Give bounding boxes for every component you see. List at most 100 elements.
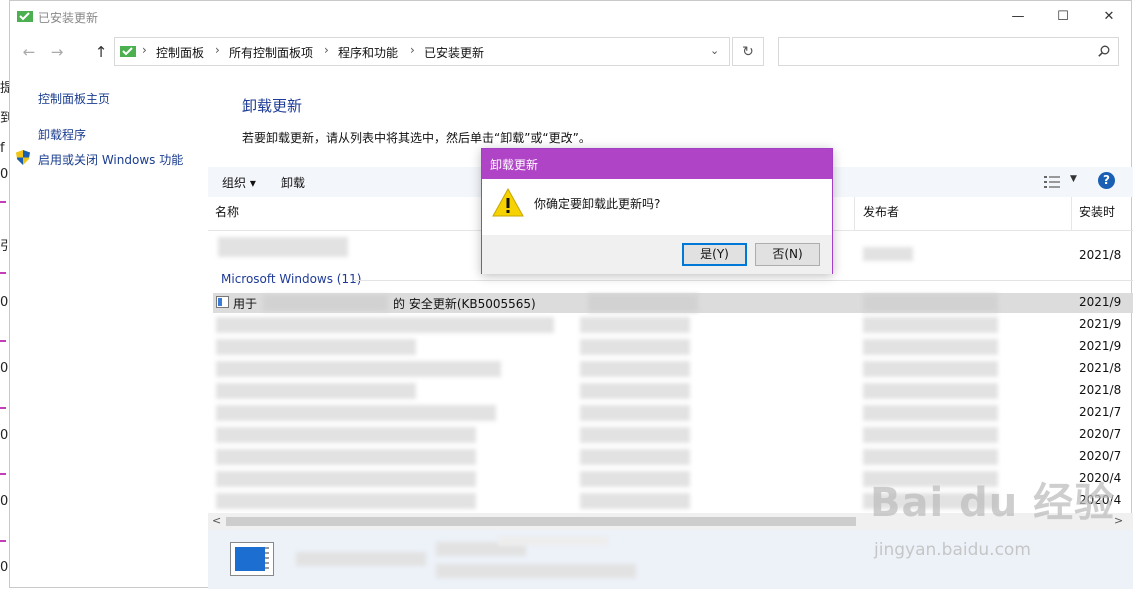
title-bar[interactable]: 已安装更新 — ☐ ✕ — [10, 1, 1131, 32]
dialog-title: 卸载更新 — [490, 158, 539, 172]
navigation-row: ← → ↑ › 控制面板 › 所有控制面板项 › 程序和功能 › 已安装更新 ⌄… — [10, 33, 1131, 71]
scroll-right-icon[interactable]: > — [1114, 514, 1123, 527]
blurred-content — [580, 405, 690, 421]
strip-glyph: 0 — [0, 361, 9, 376]
installed-date: 2021/7 — [1079, 405, 1122, 419]
dialog-title-bar[interactable]: 卸载更新 — [482, 149, 832, 179]
breadcrumb-control-panel[interactable]: 控制面板 — [156, 44, 204, 61]
blurred-content — [216, 317, 554, 333]
refresh-button[interactable]: ↻ — [732, 37, 764, 66]
column-divider[interactable] — [854, 197, 855, 231]
search-input[interactable] — [778, 37, 1119, 66]
strip-glyph: 0 — [0, 295, 9, 310]
strip-glyph: f — [0, 141, 5, 156]
blurred-content — [863, 405, 998, 421]
strip-mark — [0, 272, 6, 274]
background-window-strip: 提 到 f 0 引 0 0 0 0 0 — [0, 0, 9, 595]
installed-date: 2021/9 — [1079, 295, 1122, 309]
up-button[interactable]: ↑ — [90, 42, 112, 62]
blurred-content — [863, 493, 998, 509]
installed-date: 2021/8 — [1079, 383, 1122, 397]
blurred-content — [216, 493, 476, 509]
breadcrumb-installed-updates[interactable]: 已安装更新 — [424, 44, 484, 61]
minimize-button[interactable]: — — [995, 1, 1041, 32]
installed-date: 2020/4 — [1079, 493, 1122, 507]
breadcrumb-all-items[interactable]: 所有控制面板项 — [229, 44, 313, 61]
uninstall-button[interactable]: 卸载 — [281, 174, 305, 191]
search-icon — [1098, 45, 1110, 57]
installed-date: 2021/9 — [1079, 339, 1122, 353]
blurred-content — [216, 449, 476, 465]
left-pane: 控制面板主页 卸载程序 启用或关闭 Windows 功能 — [10, 71, 208, 589]
windows-features-link[interactable]: 启用或关闭 Windows 功能 — [38, 151, 183, 168]
blurred-content — [863, 247, 913, 261]
yes-button[interactable]: 是(Y) — [682, 243, 747, 266]
warning-icon — [492, 188, 524, 217]
view-options-icon[interactable] — [1044, 176, 1060, 188]
breadcrumb-programs[interactable]: 程序和功能 — [338, 44, 398, 61]
page-title: 卸载更新 — [242, 97, 303, 115]
maximize-button[interactable]: ☐ — [1040, 1, 1086, 32]
close-button[interactable]: ✕ — [1086, 1, 1132, 32]
blurred-content — [580, 317, 690, 333]
blurred-content — [216, 405, 496, 421]
address-bar[interactable]: › 控制面板 › 所有控制面板项 › 程序和功能 › 已安装更新 ⌄ — [114, 37, 730, 66]
chevron-down-icon[interactable]: ▼ — [1070, 174, 1077, 184]
installed-date: 2020/7 — [1079, 427, 1122, 441]
scroll-left-icon[interactable]: < — [212, 514, 221, 527]
strip-glyph: 提 — [0, 81, 9, 96]
blurred-content — [216, 383, 416, 399]
breadcrumb-separator: › — [215, 43, 220, 57]
strip-glyph: 0 — [0, 494, 9, 509]
details-pane — [208, 530, 1133, 589]
no-button[interactable]: 否(N) — [755, 243, 820, 266]
blurred-content — [498, 536, 608, 546]
row-name-prefix: 用于 — [233, 297, 258, 311]
strip-mark — [0, 540, 6, 542]
group-divider — [353, 280, 1133, 281]
blurred-content — [580, 471, 690, 487]
column-header-name[interactable]: 名称 — [215, 203, 239, 220]
blurred-content — [216, 427, 476, 443]
blurred-content — [863, 339, 998, 355]
breadcrumb-separator: › — [142, 43, 147, 57]
blurred-content — [863, 294, 998, 312]
installed-date: 2021/9 — [1079, 317, 1122, 331]
blurred-content — [580, 449, 690, 465]
strip-glyph: 0 — [0, 560, 9, 575]
blurred-content — [863, 449, 998, 465]
installed-date: 2021/8 — [1079, 361, 1122, 375]
strip-glyph: 0 — [0, 167, 9, 182]
blurred-content — [436, 564, 636, 578]
blurred-content — [863, 427, 998, 443]
blurred-content — [263, 295, 388, 311]
organize-button[interactable]: 组织 ▾ — [222, 174, 256, 191]
control-panel-home-link[interactable]: 控制面板主页 — [38, 90, 110, 107]
column-divider[interactable] — [1071, 197, 1072, 231]
blurred-content — [580, 361, 690, 377]
programs-icon — [17, 11, 33, 22]
blurred-content — [216, 361, 501, 377]
scrollbar-thumb[interactable] — [226, 517, 856, 526]
breadcrumb-separator: › — [324, 43, 329, 57]
installed-date: 2020/7 — [1079, 449, 1122, 463]
chevron-down-icon[interactable]: ⌄ — [710, 44, 719, 57]
row-name: 的 安全更新(KB5005565) — [393, 297, 536, 311]
uninstall-program-link[interactable]: 卸载程序 — [38, 126, 86, 143]
blurred-content — [216, 471, 476, 487]
horizontal-scrollbar[interactable]: < > — [208, 513, 1133, 530]
back-button[interactable]: ← — [18, 42, 40, 62]
group-header[interactable]: Microsoft Windows (11) — [221, 272, 361, 286]
strip-glyph: 引 — [0, 239, 9, 254]
column-header-publisher[interactable]: 发布者 — [863, 203, 899, 220]
strip-mark — [0, 407, 6, 409]
forward-button[interactable]: → — [46, 42, 68, 62]
uninstall-confirm-dialog: 卸载更新 你确定要卸载此更新吗? 是(Y) 否(N) — [481, 148, 833, 274]
breadcrumb-separator: › — [410, 43, 415, 57]
page-description: 若要卸载更新，请从列表中将其选中，然后单击“卸载”或“更改”。 — [242, 131, 591, 145]
column-header-installed-on[interactable]: 安装时 — [1079, 203, 1115, 220]
blurred-content — [580, 427, 690, 443]
strip-mark — [0, 201, 6, 203]
blurred-content — [588, 294, 698, 312]
help-icon[interactable]: ? — [1098, 172, 1115, 189]
